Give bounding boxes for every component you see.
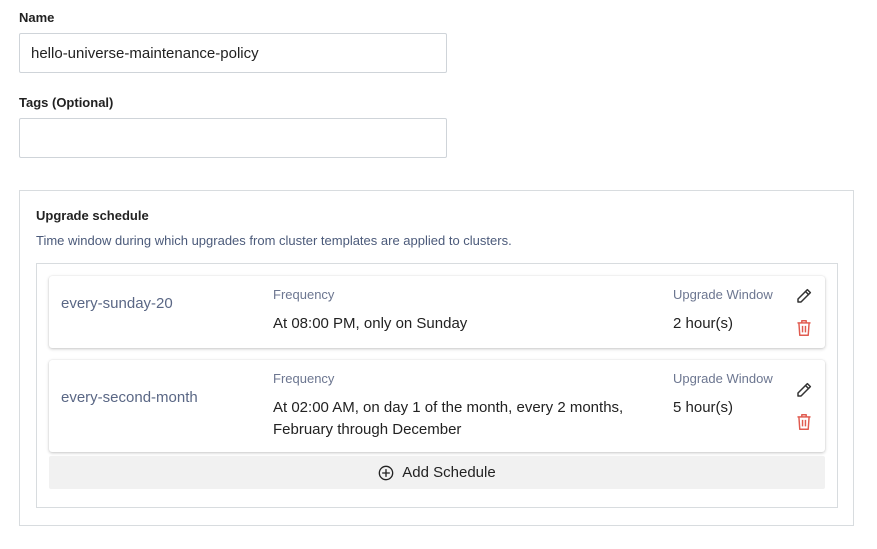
upgrade-window-value: 5 hour(s) <box>673 399 734 416</box>
frequency-value-line-1: At 02:00 AM, on day 1 of the month, ever… <box>273 399 624 416</box>
pencil-icon <box>797 382 812 397</box>
add-schedule-label: Add Schedule <box>402 464 496 481</box>
schedule-name: every-second-month <box>61 389 198 406</box>
tags-label: Tags (Optional) <box>19 95 114 110</box>
schedule-name: every-sunday-20 <box>61 295 173 312</box>
schedule-card: every-sunday-20 Frequency At 08:00 PM, o… <box>49 276 825 348</box>
add-schedule-button[interactable]: Add Schedule <box>49 456 825 489</box>
schedule-list: every-sunday-20 Frequency At 08:00 PM, o… <box>36 263 838 508</box>
pencil-icon <box>797 288 812 303</box>
edit-schedule-button[interactable] <box>794 380 814 400</box>
upgrade-window-label: Upgrade Window <box>673 287 773 302</box>
name-input[interactable] <box>19 33 447 73</box>
upgrade-window-value: 2 hour(s) <box>673 315 734 332</box>
delete-schedule-button[interactable] <box>794 318 814 338</box>
maintenance-policy-form: Name Tags (Optional) Upgrade schedule Ti… <box>0 0 877 549</box>
name-label: Name <box>19 10 55 25</box>
plus-circle-icon <box>378 465 394 480</box>
upgrade-schedule-description: Time window during which upgrades from c… <box>36 233 512 248</box>
frequency-value: At 08:00 PM, only on Sunday <box>273 315 468 332</box>
trash-icon <box>797 413 811 430</box>
delete-schedule-button[interactable] <box>794 412 814 432</box>
edit-schedule-button[interactable] <box>794 286 814 306</box>
trash-icon <box>797 319 811 336</box>
frequency-label: Frequency <box>273 371 335 386</box>
frequency-value-line-2: February through December <box>273 421 462 438</box>
upgrade-window-label: Upgrade Window <box>673 371 773 386</box>
frequency-label: Frequency <box>273 287 335 302</box>
upgrade-schedule-title: Upgrade schedule <box>36 208 149 223</box>
schedule-card: every-second-month Frequency At 02:00 AM… <box>49 360 825 452</box>
tags-input[interactable] <box>19 118 447 158</box>
upgrade-schedule-section: Upgrade schedule Time window during whic… <box>19 190 854 526</box>
